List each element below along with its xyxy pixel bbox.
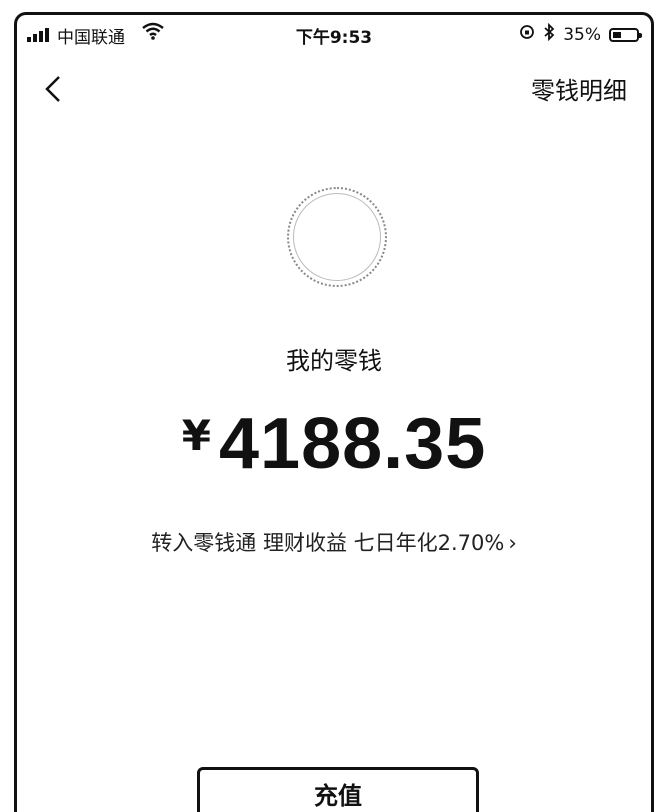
balance-amount: 4188.35 [218, 404, 487, 484]
chevron-right-icon: › [508, 531, 517, 555]
recharge-button[interactable]: 充值 [197, 767, 479, 812]
back-button[interactable] [37, 69, 77, 109]
phone-screen: 中国联通 下午9:53 35% 零钱明细 我的零钱 ¥ 4188.35 转入零钱… [14, 12, 654, 812]
change-detail-link[interactable]: 零钱明细 [531, 71, 627, 106]
battery-fill [613, 31, 621, 38]
nav-bar: 零钱明细 [17, 63, 651, 113]
promo-text: 转入零钱通 理财收益 七日年化2.70% [151, 531, 505, 555]
chevron-left-icon [45, 76, 60, 102]
bluetooth-icon [543, 22, 555, 46]
promo-link[interactable]: 转入零钱通 理财收益 七日年化2.70% › [17, 527, 651, 557]
status-right-group: 35% [519, 22, 642, 46]
status-bar: 中国联通 下午9:53 35% [17, 15, 651, 55]
currency-symbol: ¥ [181, 411, 211, 460]
battery-icon [609, 27, 642, 42]
battery-percent: 35% [563, 24, 601, 45]
wallet-label: 我的零钱 [286, 347, 382, 375]
wallet-icon [287, 187, 387, 287]
balance-display: ¥4188.35 [17, 403, 651, 485]
orientation-lock-icon [519, 24, 535, 45]
